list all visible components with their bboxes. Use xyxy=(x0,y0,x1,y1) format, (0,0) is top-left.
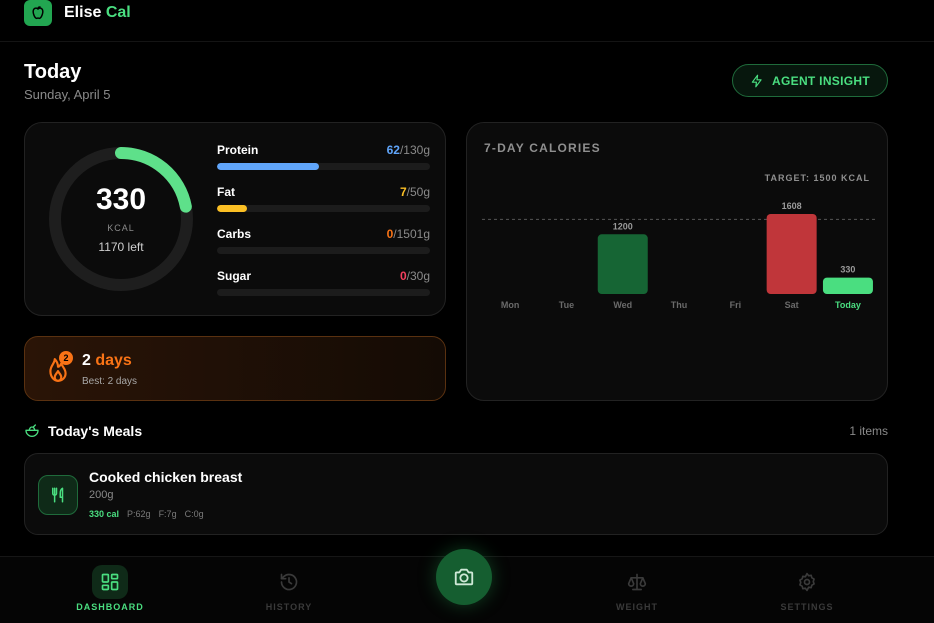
nav-history[interactable]: HISTORY xyxy=(229,557,349,623)
calorie-ring xyxy=(49,147,193,291)
day-label-mon: Mon xyxy=(501,300,520,310)
nav-label: DASHBOARD xyxy=(76,602,144,612)
macro-value: 62/130g xyxy=(386,143,430,157)
calories-consumed: 330 xyxy=(95,183,147,216)
day-label-wed: Wed xyxy=(613,300,632,310)
camera-icon xyxy=(454,568,474,586)
page-title: Today xyxy=(24,61,82,83)
daily-summary-card: 330 KCAL 1170 left Protein 62/130g Fat 7… xyxy=(24,122,446,316)
bar-wed xyxy=(597,234,648,294)
agent-insight-button[interactable]: AGENT INSIGHT xyxy=(732,64,888,97)
day-label-today: Today xyxy=(835,300,861,310)
meal-quantity: 200g xyxy=(89,489,114,501)
day-label-thu: Thu xyxy=(671,300,688,310)
macro-progress-fill xyxy=(217,205,247,212)
day-label-sat: Sat xyxy=(785,300,799,310)
weekly-calories-chart: Mon Tue 1200 Wed Thu Fri 1608 Sat 330 Today xyxy=(482,201,877,310)
day-label-fri: Fri xyxy=(730,300,742,310)
meal-carbs: C:0g xyxy=(184,509,204,519)
nav-dashboard[interactable]: DASHBOARD xyxy=(50,557,170,623)
nav-label: HISTORY xyxy=(265,602,313,612)
meal-name: Cooked chicken breast xyxy=(89,469,243,485)
streak-card: 2 2 days Best: 2 days xyxy=(24,336,446,401)
scale-icon xyxy=(619,565,655,599)
nav-label: WEIGHT xyxy=(616,602,658,612)
calories-unit: KCAL xyxy=(107,223,135,233)
utensils-icon xyxy=(38,475,78,515)
meals-section-title: Today's Meals xyxy=(48,423,143,439)
macro-progress-fill xyxy=(217,163,319,170)
salad-icon xyxy=(25,424,39,437)
camera-button[interactable] xyxy=(436,549,492,605)
macro-progress-track xyxy=(217,289,430,296)
macro-progress-track xyxy=(217,163,430,170)
macro-progress-track xyxy=(217,205,430,212)
page-date: Sunday, April 5 xyxy=(24,87,111,102)
nav-label: SETTINGS xyxy=(780,602,834,612)
meal-calories: 330 cal xyxy=(89,509,120,519)
streak-badge: 2 xyxy=(59,351,73,365)
macro-value: 7/50g xyxy=(399,185,430,199)
history-icon xyxy=(271,565,307,599)
nav-settings[interactable]: SETTINGS xyxy=(747,557,867,623)
meal-item[interactable]: Cooked chicken breast 200g 330 cal P:62g… xyxy=(24,453,888,535)
macro-name: Sugar xyxy=(217,269,252,283)
lightning-icon xyxy=(751,74,762,87)
app-name: Elise Cal xyxy=(64,4,131,22)
app-name-accent: Cal xyxy=(105,4,131,21)
dashboard-icon xyxy=(92,565,128,599)
macro-name: Protein xyxy=(217,143,259,157)
calories-remaining: 1170 left xyxy=(98,240,144,254)
gear-icon xyxy=(789,565,825,599)
bar-sat xyxy=(766,214,817,294)
meals-count: 1 items xyxy=(849,424,888,438)
macro-value: 0/30g xyxy=(399,269,430,283)
app-name-primary: Elise xyxy=(64,4,102,21)
agent-insight-label: AGENT INSIGHT xyxy=(772,73,870,88)
macro-progress-track xyxy=(217,247,430,254)
weekly-calories-card: 7-DAY CALORIES TARGET: 1500 KCAL Mon Tue 1… xyxy=(466,122,888,401)
bar-value-label: 1200 xyxy=(613,221,633,231)
top-bar: Elise Cal xyxy=(0,0,934,42)
bar-value-label: 1608 xyxy=(782,201,802,211)
macro-value: 0/1501g xyxy=(386,227,430,241)
meal-stats: 330 cal P:62g F:7g C:0g xyxy=(89,509,204,519)
bar-today xyxy=(822,277,873,294)
nav-weight[interactable]: WEIGHT xyxy=(577,557,697,623)
streak-best: Best: 2 days xyxy=(82,376,138,387)
apple-logo-icon xyxy=(24,0,52,26)
meal-fat: F:7g xyxy=(158,509,177,519)
meal-protein: P:62g xyxy=(127,509,151,519)
streak-count: 2 days xyxy=(82,352,132,369)
macro-name: Fat xyxy=(217,185,235,199)
bar-value-label: 330 xyxy=(840,265,855,275)
macro-name: Carbs xyxy=(217,227,252,241)
day-label-tue: Tue xyxy=(559,300,574,310)
